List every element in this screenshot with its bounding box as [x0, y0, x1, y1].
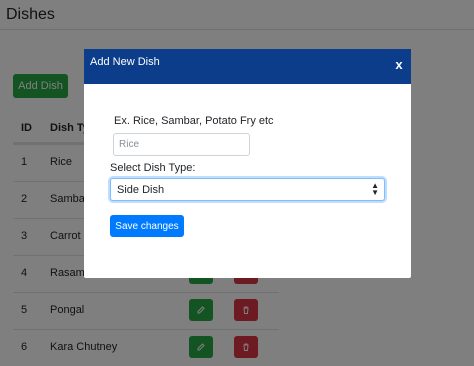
modal-header: Add New Dish x: [84, 49, 411, 84]
dish-name-input[interactable]: [113, 133, 250, 156]
dish-type-select[interactable]: Side Dish ▲ ▼: [110, 178, 385, 201]
select-arrows-icon: ▲ ▼: [371, 181, 379, 197]
close-button[interactable]: x: [392, 55, 406, 73]
save-changes-button[interactable]: Save changes: [110, 215, 184, 237]
dish-type-label: Select Dish Type:: [110, 162, 196, 174]
dish-name-hint: Ex. Rice, Sambar, Potato Fry etc: [114, 115, 274, 127]
modal-title: Add New Dish: [90, 56, 160, 68]
dish-type-selected-value: Side Dish: [117, 184, 165, 196]
add-dish-modal: Add New Dish x Ex. Rice, Sambar, Potato …: [84, 49, 411, 278]
